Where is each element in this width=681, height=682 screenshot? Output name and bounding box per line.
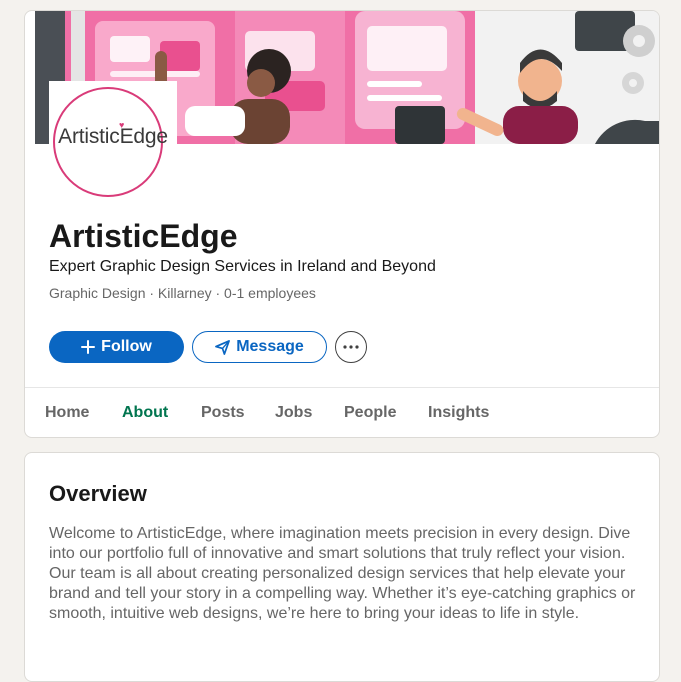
company-profile-card: ♥ ArtisticEdge ArtisticEdge Expert Graph… bbox=[24, 10, 660, 438]
tab-about[interactable]: About bbox=[106, 388, 184, 437]
company-meta: Graphic Design · Killarney · 0-1 employe… bbox=[49, 285, 316, 301]
overview-body: Welcome to ArtisticEdge, where imaginati… bbox=[49, 525, 636, 622]
page-tabs: Home About Posts Jobs People Insights bbox=[25, 387, 659, 437]
company-logo[interactable]: ♥ ArtisticEdge bbox=[49, 81, 177, 209]
tab-posts[interactable]: Posts bbox=[185, 388, 261, 437]
follow-button[interactable]: Follow bbox=[49, 331, 184, 363]
tab-jobs[interactable]: Jobs bbox=[259, 388, 328, 437]
message-button[interactable]: Message bbox=[192, 331, 327, 363]
tab-home[interactable]: Home bbox=[29, 388, 105, 437]
overview-title: Overview bbox=[49, 481, 147, 506]
ellipsis-icon bbox=[343, 345, 359, 349]
follow-label: Follow bbox=[101, 338, 152, 355]
plus-icon bbox=[81, 340, 96, 354]
send-icon bbox=[215, 339, 231, 355]
overview-card: Overview Welcome to ArtisticEdge, where … bbox=[24, 452, 660, 682]
more-options-button[interactable] bbox=[335, 331, 367, 363]
company-name: ArtisticEdge bbox=[49, 218, 238, 254]
tab-insights[interactable]: Insights bbox=[412, 388, 505, 437]
message-label: Message bbox=[236, 338, 304, 355]
company-tagline: Expert Graphic Design Services in Irelan… bbox=[49, 258, 436, 275]
logo-text: ArtisticEdge bbox=[58, 125, 168, 148]
tab-people[interactable]: People bbox=[328, 388, 412, 437]
